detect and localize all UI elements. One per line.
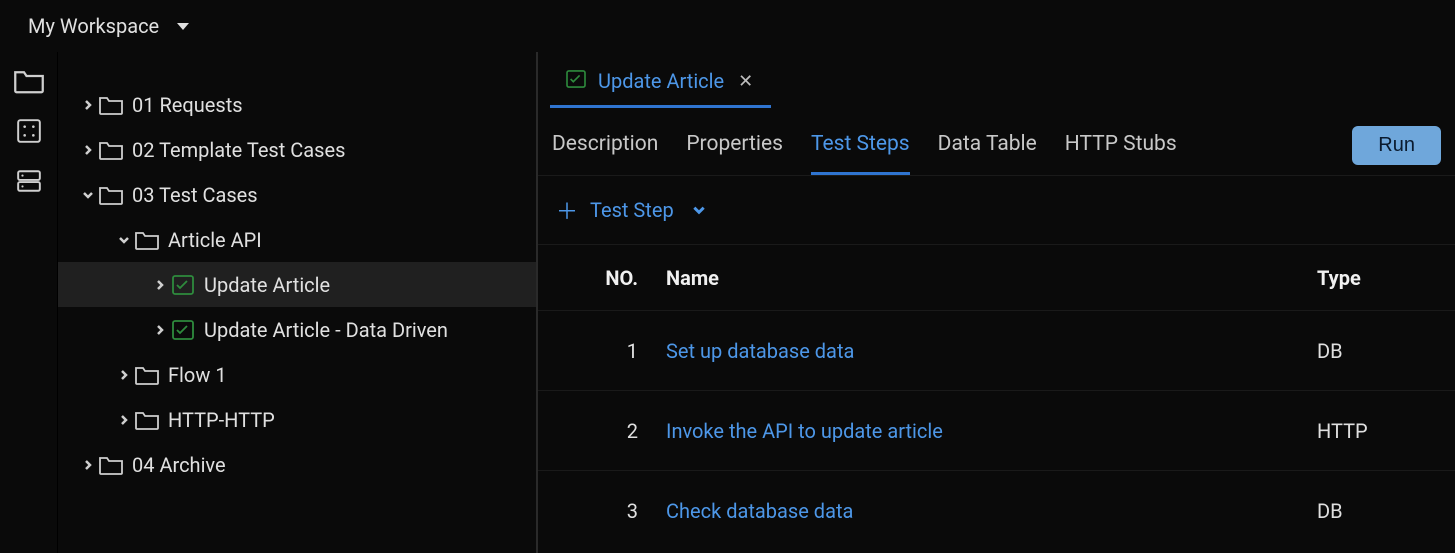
step-name[interactable]: Check database data [666,499,1317,523]
close-icon[interactable]: ✕ [736,71,755,92]
chevron-down-icon[interactable] [686,198,706,222]
sub-tab[interactable]: Data Table [938,126,1037,175]
folder-icon [134,229,160,251]
tree-node-label: Flow 1 [168,363,227,387]
column-header-name: Name [666,266,1317,290]
chevron-down-icon[interactable] [116,232,132,248]
tree-node[interactable]: Update Article - Data Driven [58,307,536,352]
folder-icon [98,184,124,206]
tree-node[interactable]: Flow 1 [58,352,536,397]
test-steps-area: ＋ Test Step NO. Name Type 1Set up databa… [538,176,1455,550]
tree-node[interactable]: 03 Test Cases [58,172,536,217]
chevron-right-icon[interactable] [80,142,96,158]
tree-node[interactable]: 02 Template Test Cases [58,127,536,172]
sub-tab[interactable]: Description [552,126,658,175]
sub-tab[interactable]: HTTP Stubs [1065,126,1177,175]
plus-icon: ＋ [556,194,578,226]
workspace-selector[interactable]: My Workspace [28,14,189,38]
test-step-row[interactable]: 1Set up database dataDB [538,310,1455,390]
tree-node[interactable]: HTTP-HTTP [58,397,536,442]
content-pane: Update Article ✕ Description Properties Te… [538,52,1455,553]
step-type: HTTP [1317,419,1437,443]
folder-icon [98,94,124,116]
step-type: DB [1317,339,1437,363]
steps-table-header: NO. Name Type [538,244,1455,310]
sub-tab[interactable]: Test Steps [811,126,910,175]
sub-tab[interactable]: Properties [686,126,783,175]
chevron-right-icon[interactable] [116,367,132,383]
step-number: 1 [556,339,666,363]
sidebar-tree: 01 Requests 02 Template Test Cases 03 Test… [58,52,538,553]
column-header-type: Type [1317,266,1437,290]
chevron-right-icon[interactable] [80,457,96,473]
tree-node-label: Article API [168,228,262,252]
folder-icon [98,454,124,476]
step-name[interactable]: Set up database data [666,339,1317,363]
step-number: 3 [556,499,666,523]
tree-node-label: Update Article [204,273,330,297]
tree-node[interactable]: Article API [58,217,536,262]
test-step-row[interactable]: 3Check database dataDB [538,470,1455,550]
main-layout: 01 Requests 02 Template Test Cases 03 Test… [0,52,1455,553]
document-tab-strip: Update Article ✕ [538,52,1455,108]
test-step-row[interactable]: 2Invoke the API to update articleHTTP [538,390,1455,470]
run-button[interactable]: Run [1352,126,1441,165]
rail-grid-icon[interactable] [12,116,46,146]
tree-node-label: HTTP-HTTP [168,408,275,432]
step-name[interactable]: Invoke the API to update article [666,419,1317,443]
chevron-right-icon[interactable] [152,322,168,338]
tree-node-label: 01 Requests [132,93,243,117]
top-bar: My Workspace [0,0,1455,52]
test-case-icon [170,274,196,296]
tree-node-label: 03 Test Cases [132,183,258,207]
tree-node-label: 02 Template Test Cases [132,138,345,162]
chevron-right-icon[interactable] [152,277,168,293]
tree-node-label: Update Article - Data Driven [204,318,448,342]
icon-rail [0,52,58,553]
caret-down-icon [177,23,189,30]
rail-server-icon[interactable] [12,166,46,196]
document-tab[interactable]: Update Article ✕ [550,59,771,108]
column-header-no: NO. [556,266,666,290]
step-number: 2 [556,419,666,443]
step-type: DB [1317,499,1437,523]
tree-node[interactable]: 01 Requests [58,82,536,127]
sub-tab-bar: Description Properties Test Steps Data Tabl… [538,108,1455,176]
workspace-name: My Workspace [28,14,159,38]
test-case-icon [566,69,586,93]
chevron-down-icon[interactable] [80,187,96,203]
test-case-icon [170,319,196,341]
tree-node[interactable]: Update Article [58,262,536,307]
folder-icon [98,139,124,161]
rail-folder-icon[interactable] [12,66,46,96]
chevron-right-icon[interactable] [80,97,96,113]
add-test-step-label: Test Step [590,198,674,222]
document-tab-title: Update Article [598,69,724,93]
chevron-right-icon[interactable] [116,412,132,428]
tree-node[interactable]: 04 Archive [58,442,536,487]
folder-icon [134,409,160,431]
folder-icon [134,364,160,386]
tree-node-label: 04 Archive [132,453,226,477]
add-test-step-button[interactable]: ＋ Test Step [538,176,1455,244]
